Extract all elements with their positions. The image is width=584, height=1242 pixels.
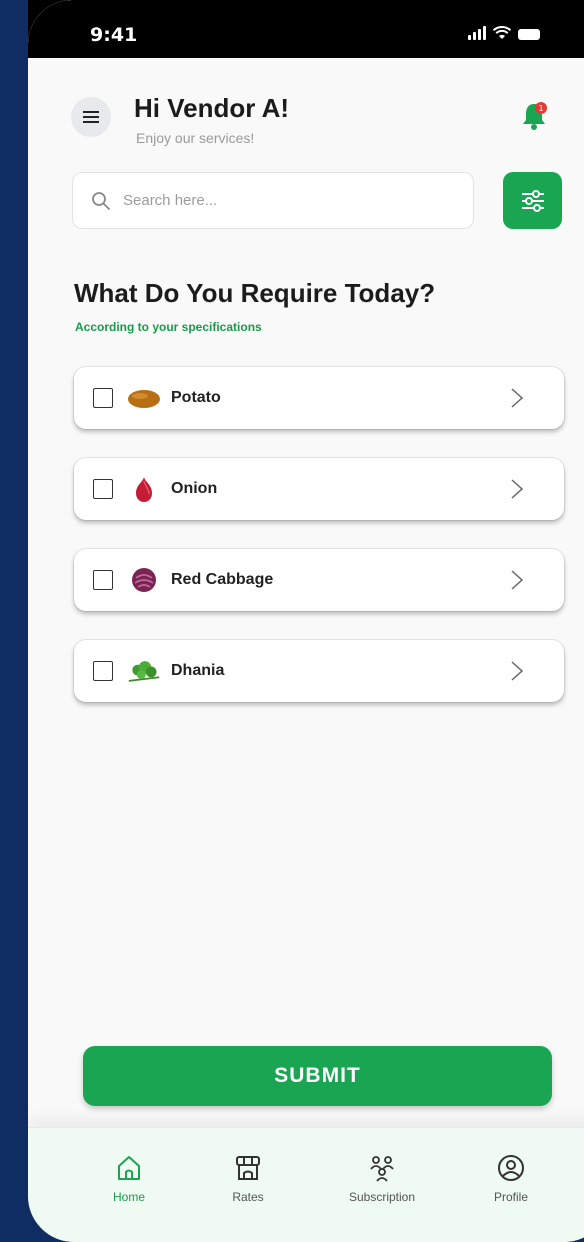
section-title: What Do You Require Today? [74,278,436,308]
phone-frame: 9:41 Hi Vendor A! Enjoy our services! 1 … [28,0,584,1242]
nav-item-rates[interactable]: Rates [223,1152,273,1204]
notification-bell-icon[interactable]: 1 [519,100,549,132]
search-icon [92,191,110,210]
chevron-right-icon [511,388,524,408]
profile-icon [498,1155,524,1181]
filter-sliders-icon [521,189,544,212]
search-bar[interactable] [72,172,474,229]
item-label: Red Cabbage [171,571,274,588]
filter-button[interactable] [503,172,562,229]
nav-item-home[interactable]: Home [104,1152,154,1204]
group-icon [370,1156,394,1182]
status-time: 9:41 [90,24,138,46]
greeting-subtitle: Enjoy our services! [136,130,255,146]
nav-label: Profile [493,1190,528,1204]
list-item-onion[interactable]: Onion [74,458,564,520]
item-label: Onion [171,480,218,497]
app-screen: 9:41 Hi Vendor A! Enjoy our services! 1 … [28,0,584,1242]
list-item-potato[interactable]: Potato [74,367,564,429]
onion-icon [127,475,161,503]
nav-label: Subscription [348,1190,416,1204]
search-input[interactable] [123,192,423,209]
item-checkbox[interactable] [93,388,113,408]
menu-button[interactable] [71,97,111,137]
wifi-icon [493,26,511,39]
chevron-right-icon [511,570,524,590]
item-label: Potato [171,389,221,406]
dhania-icon [127,657,161,685]
list-item-red-cabbage[interactable]: Red Cabbage [74,549,564,611]
potato-icon [127,384,161,412]
submit-button[interactable]: SUBMIT [83,1046,552,1106]
item-checkbox[interactable] [93,661,113,681]
home-icon [118,1156,140,1180]
nav-item-subscription[interactable]: Subscription [336,1152,428,1204]
bottom-nav: Home Rates Subscription Profile [28,1127,584,1242]
nav-item-profile[interactable]: Profile [486,1152,536,1204]
section-subtitle: According to your specifications [75,320,262,334]
battery-icon [518,29,540,40]
hamburger-icon [83,116,99,118]
chevron-right-icon [511,479,524,499]
signal-icon [468,26,486,40]
status-bar: 9:41 [28,0,584,58]
item-label: Dhania [171,662,225,679]
store-icon [236,1156,260,1180]
item-checkbox[interactable] [93,479,113,499]
nav-label: Home [112,1190,145,1204]
item-checkbox[interactable] [93,570,113,590]
red-cabbage-icon [127,566,161,594]
vegetable-list: Potato Onion Red Cabbage Dhania [74,367,564,731]
status-icons [468,26,540,40]
list-item-dhania[interactable]: Dhania [74,640,564,702]
svg-text:1: 1 [538,104,543,113]
chevron-right-icon [511,661,524,681]
greeting-title: Hi Vendor A! [134,93,290,123]
nav-label: Rates [232,1190,264,1204]
